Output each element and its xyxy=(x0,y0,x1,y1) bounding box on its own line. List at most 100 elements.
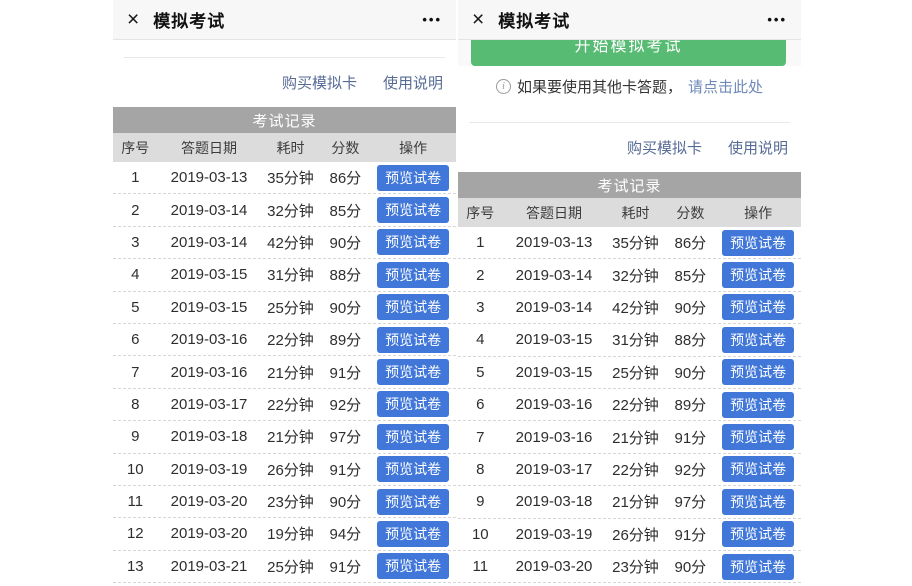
preview-button[interactable]: 预览试卷 xyxy=(377,489,449,515)
usage-link[interactable]: 使用说明 xyxy=(728,137,788,158)
preview-button[interactable]: 预览试卷 xyxy=(377,229,449,255)
preview-button[interactable]: 预览试卷 xyxy=(722,262,794,288)
row-score: 89分 xyxy=(320,329,370,350)
close-icon[interactable]: × xyxy=(127,9,139,30)
table-body: 1 2019-03-13 35分钟 86分 预览试卷 2 2019-03-14 … xyxy=(458,227,801,583)
preview-button[interactable]: 预览试卷 xyxy=(722,327,794,353)
row-date: 2019-03-16 xyxy=(503,429,606,446)
table-row: 4 2019-03-15 31分钟 88分 预览试卷 xyxy=(458,324,801,356)
table-row: 2 2019-03-14 32分钟 85分 预览试卷 xyxy=(458,259,801,291)
more-menu-icon[interactable]: ••• xyxy=(767,12,787,27)
row-duration: 32分钟 xyxy=(260,200,320,221)
preview-button[interactable]: 预览试卷 xyxy=(722,489,794,515)
preview-button[interactable]: 预览试卷 xyxy=(722,554,794,580)
notice-link[interactable]: 请点击此处 xyxy=(688,76,763,97)
table-row: 8 2019-03-17 22分钟 92分 预览试卷 xyxy=(113,389,456,421)
row-score: 88分 xyxy=(665,329,715,350)
preview-button[interactable]: 预览试卷 xyxy=(377,456,449,482)
row-score: 91分 xyxy=(320,556,370,577)
row-duration: 26分钟 xyxy=(260,459,320,480)
table-row: 12 2019-03-20 19分钟 94分 预览试卷 xyxy=(113,518,456,550)
app-header: × 模拟考试 ••• xyxy=(113,0,456,40)
preview-button[interactable]: 预览试卷 xyxy=(722,230,794,256)
notice-text: 如果要使用其他卡答题， xyxy=(517,76,682,97)
table-row: 1 2019-03-13 35分钟 86分 预览试卷 xyxy=(113,162,456,194)
table-row: 3 2019-03-14 42分钟 90分 预览试卷 xyxy=(113,227,456,259)
row-duration: 22分钟 xyxy=(260,394,320,415)
row-score: 91分 xyxy=(665,427,715,448)
table-row: 10 2019-03-19 26分钟 91分 预览试卷 xyxy=(458,519,801,551)
row-number: 4 xyxy=(113,266,158,283)
row-duration: 22分钟 xyxy=(260,329,320,350)
row-date: 2019-03-14 xyxy=(158,234,261,251)
row-score: 90分 xyxy=(320,232,370,253)
preview-button[interactable]: 预览试卷 xyxy=(722,359,794,385)
preview-button[interactable]: 预览试卷 xyxy=(377,165,449,191)
row-date: 2019-03-14 xyxy=(503,267,606,284)
row-number: 11 xyxy=(458,558,503,575)
row-number: 9 xyxy=(113,428,158,445)
preview-button[interactable]: 预览试卷 xyxy=(377,359,449,385)
col-header-duration: 耗时 xyxy=(260,138,320,158)
table-title: 考试记录 xyxy=(113,107,456,133)
row-duration: 25分钟 xyxy=(605,362,665,383)
table-row: 2 2019-03-14 32分钟 85分 预览试卷 xyxy=(113,194,456,226)
preview-button[interactable]: 预览试卷 xyxy=(377,391,449,417)
preview-button[interactable]: 预览试卷 xyxy=(722,521,794,547)
row-date: 2019-03-14 xyxy=(503,299,606,316)
row-date: 2019-03-17 xyxy=(503,461,606,478)
row-date: 2019-03-14 xyxy=(158,202,261,219)
usage-link[interactable]: 使用说明 xyxy=(383,72,443,93)
row-score: 91分 xyxy=(665,524,715,545)
preview-button[interactable]: 预览试卷 xyxy=(377,424,449,450)
row-date: 2019-03-16 xyxy=(158,364,261,381)
preview-button[interactable]: 预览试卷 xyxy=(722,294,794,320)
row-duration: 23分钟 xyxy=(605,556,665,577)
col-header-action: 操作 xyxy=(370,138,456,158)
table-row: 8 2019-03-17 22分钟 92分 预览试卷 xyxy=(458,454,801,486)
row-score: 97分 xyxy=(320,426,370,447)
preview-button[interactable]: 预览试卷 xyxy=(722,456,794,482)
row-duration: 21分钟 xyxy=(260,362,320,383)
row-number: 9 xyxy=(458,493,503,510)
row-score: 92分 xyxy=(320,394,370,415)
row-date: 2019-03-15 xyxy=(503,331,606,348)
row-duration: 25分钟 xyxy=(260,297,320,318)
row-score: 86分 xyxy=(665,232,715,253)
preview-button[interactable]: 预览试卷 xyxy=(377,197,449,223)
col-header-no: 序号 xyxy=(458,203,503,223)
row-duration: 19分钟 xyxy=(260,523,320,544)
preview-button[interactable]: 预览试卷 xyxy=(722,424,794,450)
row-number: 1 xyxy=(458,234,503,251)
row-score: 90分 xyxy=(320,491,370,512)
left-screenshot: × 模拟考试 ••• 购买模拟卡 使用说明 考试记录 序号 答题日期 耗时 分数… xyxy=(113,0,456,586)
page-title: 模拟考试 xyxy=(153,7,225,32)
row-date: 2019-03-18 xyxy=(158,428,261,445)
row-duration: 31分钟 xyxy=(260,264,320,285)
row-duration: 22分钟 xyxy=(605,394,665,415)
preview-button[interactable]: 预览试卷 xyxy=(377,327,449,353)
row-duration: 32分钟 xyxy=(605,265,665,286)
table-row: 10 2019-03-19 26分钟 91分 预览试卷 xyxy=(113,454,456,486)
row-score: 89分 xyxy=(665,394,715,415)
row-score: 85分 xyxy=(320,200,370,221)
row-number: 3 xyxy=(113,234,158,251)
row-date: 2019-03-20 xyxy=(158,525,261,542)
more-menu-icon[interactable]: ••• xyxy=(422,12,442,27)
preview-button[interactable]: 预览试卷 xyxy=(377,521,449,547)
row-duration: 21分钟 xyxy=(605,427,665,448)
close-icon[interactable]: × xyxy=(472,9,484,30)
preview-button[interactable]: 预览试卷 xyxy=(377,553,449,579)
buy-card-link[interactable]: 购买模拟卡 xyxy=(282,72,357,93)
row-number: 5 xyxy=(458,364,503,381)
buy-card-link[interactable]: 购买模拟卡 xyxy=(627,137,702,158)
right-screenshot: × 模拟考试 ••• 开始模拟考试 i 如果要使用其他卡答题， 请点击此处 购买… xyxy=(458,0,801,586)
preview-button[interactable]: 预览试卷 xyxy=(377,262,449,288)
start-exam-button[interactable]: 开始模拟考试 xyxy=(471,40,786,66)
row-date: 2019-03-16 xyxy=(158,331,261,348)
table-row: 1 2019-03-13 35分钟 86分 预览试卷 xyxy=(458,227,801,259)
toolbar-links: 购买模拟卡 使用说明 xyxy=(458,123,801,172)
preview-button[interactable]: 预览试卷 xyxy=(722,392,794,418)
row-date: 2019-03-16 xyxy=(503,396,606,413)
preview-button[interactable]: 预览试卷 xyxy=(377,294,449,320)
